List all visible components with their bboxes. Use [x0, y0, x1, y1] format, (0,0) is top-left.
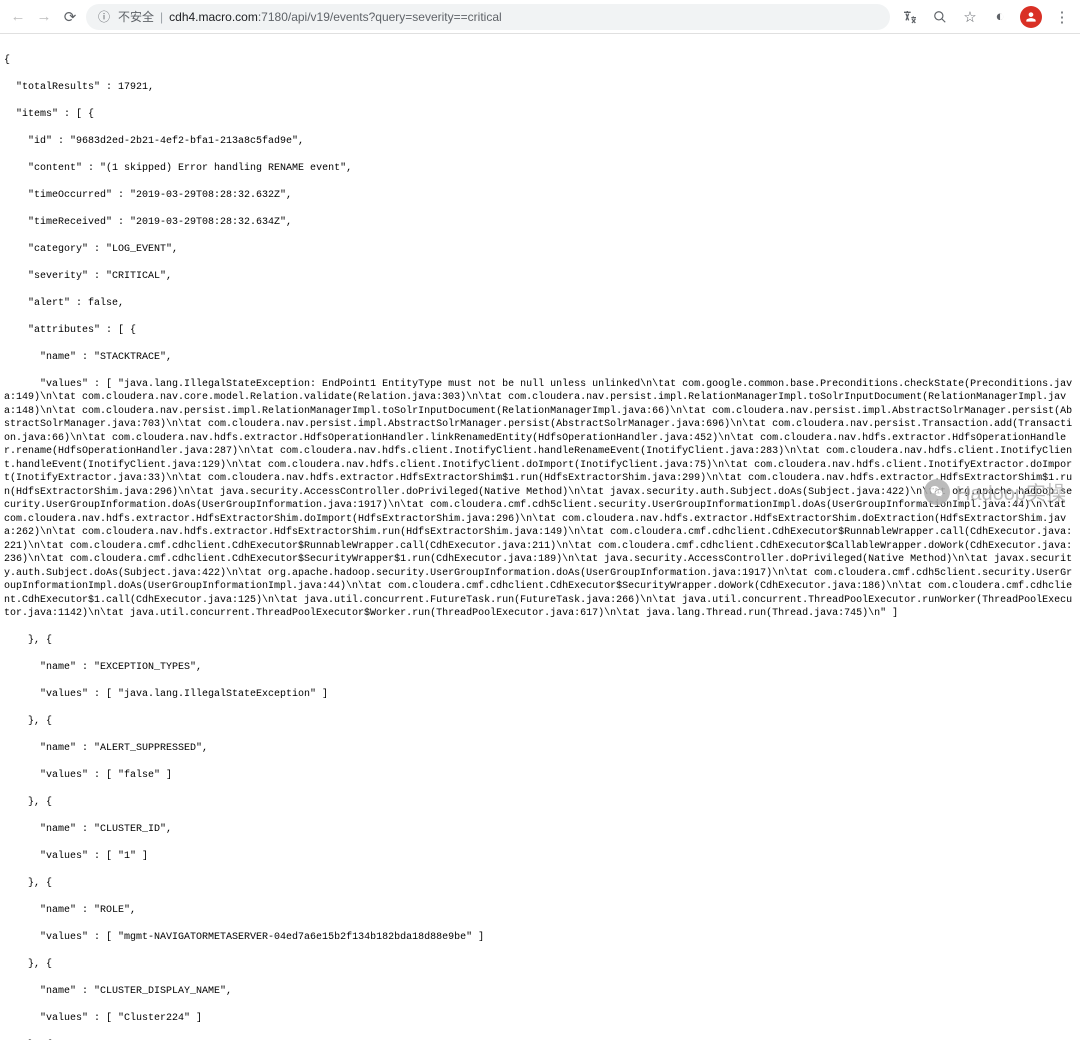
translate-icon[interactable] — [900, 7, 920, 27]
zoom-icon[interactable] — [930, 7, 950, 27]
json-attributes-key: "attributes" : [ { — [4, 324, 1076, 338]
json-exception-types-name: "name" : "EXCEPTION_TYPES", — [4, 661, 1076, 675]
json-severity: "severity" : "CRITICAL", — [4, 270, 1076, 284]
json-alert-suppressed-values: "values" : [ "false" ] — [4, 769, 1076, 783]
menu-icon[interactable]: ⋮ — [1052, 7, 1072, 27]
json-exception-types-values: "values" : [ "java.lang.IllegalStateExce… — [4, 688, 1076, 702]
json-category: "category" : "LOG_EVENT", — [4, 243, 1076, 257]
json-attr-close: }, { — [4, 634, 1076, 648]
json-role-values: "values" : [ "mgmt-NAVIGATORMETASERVER-0… — [4, 931, 1076, 945]
json-cluster-display-values: "values" : [ "Cluster224" ] — [4, 1012, 1076, 1026]
json-attr-close: }, { — [4, 796, 1076, 810]
watermark-text: Hadoop实操 — [956, 477, 1066, 506]
back-button[interactable]: ← — [8, 7, 28, 27]
json-stacktrace-name: "name" : "STACKTRACE", — [4, 351, 1076, 365]
json-role-name: "name" : "ROLE", — [4, 904, 1076, 918]
json-id: "id" : "9683d2ed-2b21-4ef2-bfa1-213a8c5f… — [4, 135, 1076, 149]
json-time-received: "timeReceived" : "2019-03-29T08:28:32.63… — [4, 216, 1076, 230]
json-response-body: { "totalResults" : 17921, "items" : [ { … — [0, 34, 1080, 1040]
json-attr-close: }, { — [4, 958, 1076, 972]
json-content: "content" : "(1 skipped) Error handling … — [4, 162, 1076, 176]
json-stacktrace-values: "values" : [ "java.lang.IllegalStateExce… — [4, 378, 1076, 621]
json-attr-close: }, { — [4, 715, 1076, 729]
json-cluster-id-name: "name" : "CLUSTER_ID", — [4, 823, 1076, 837]
address-bar[interactable]: ⓘ 不安全 | cdh4.macro.com:7180/api/v19/even… — [86, 4, 890, 30]
wechat-icon — [924, 479, 950, 505]
reload-button[interactable]: ⟳ — [60, 7, 80, 27]
bookmark-icon[interactable]: ☆ — [960, 7, 980, 27]
watermark: Hadoop实操 — [924, 477, 1066, 506]
info-icon[interactable]: ⓘ — [96, 9, 112, 25]
json-alert-suppressed-name: "name" : "ALERT_SUPPRESSED", — [4, 742, 1076, 756]
json-attr-close: }, { — [4, 1039, 1076, 1040]
json-cluster-display-name: "name" : "CLUSTER_DISPLAY_NAME", — [4, 985, 1076, 999]
url-text: cdh4.macro.com:7180/api/v19/events?query… — [169, 10, 502, 24]
extension-icon[interactable]: ◐ — [990, 7, 1010, 27]
json-alert: "alert" : false, — [4, 297, 1076, 311]
json-time-occurred: "timeOccurred" : "2019-03-29T08:28:32.63… — [4, 189, 1076, 203]
browser-toolbar: ← → ⟳ ⓘ 不安全 | cdh4.macro.com:7180/api/v1… — [0, 0, 1080, 34]
json-cluster-id-values: "values" : [ "1" ] — [4, 850, 1076, 864]
toolbar-actions: ☆ ◐ ⋮ — [896, 6, 1072, 28]
json-line: { — [4, 54, 1076, 68]
forward-button[interactable]: → — [34, 7, 54, 27]
json-attr-close: }, { — [4, 877, 1076, 891]
insecure-label: 不安全 — [118, 8, 154, 25]
json-total-results: "totalResults" : 17921, — [4, 81, 1076, 95]
profile-avatar[interactable] — [1020, 6, 1042, 28]
json-items-key: "items" : [ { — [4, 108, 1076, 122]
